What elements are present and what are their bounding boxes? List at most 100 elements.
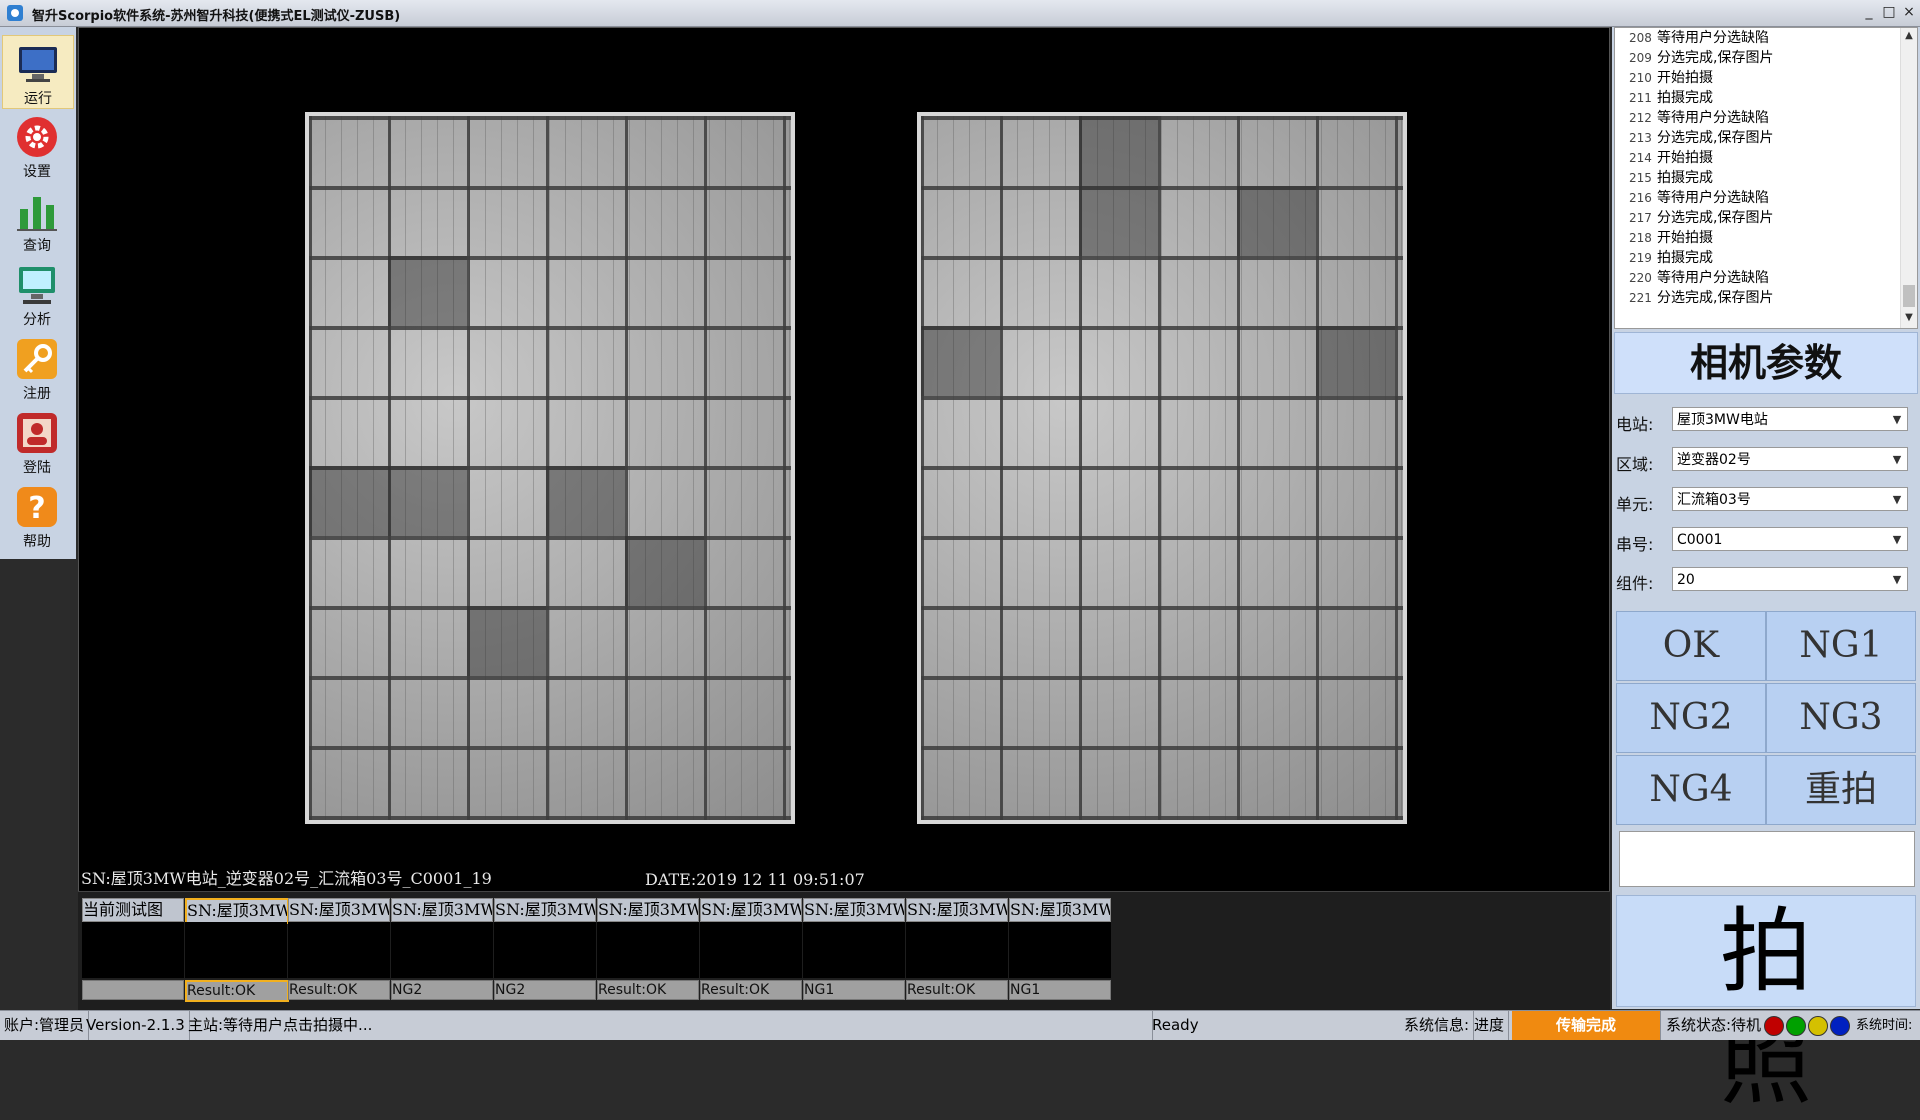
thumbnail-item[interactable]: SN:屋顶3MW Result:OK	[700, 898, 802, 1000]
chevron-down-icon: ▼	[1892, 573, 1902, 586]
system-state: 系统状态:待机	[1666, 1016, 1762, 1034]
log-line: 215 拍摄完成	[1629, 170, 1713, 186]
maximize-button[interactable]: □	[1878, 2, 1900, 22]
log-line: 211 拍摄完成	[1629, 90, 1713, 106]
svg-text:?: ?	[28, 491, 45, 526]
thumbnail-image	[391, 922, 493, 978]
sidebar-item-settings[interactable]: 设置	[2, 109, 72, 181]
status-led-green	[1786, 1016, 1806, 1036]
sidebar-item-run[interactable]: 运行	[2, 35, 74, 109]
status-led-yellow	[1808, 1016, 1828, 1036]
key-icon	[17, 339, 57, 379]
log-line: 209 分选完成,保存图片	[1629, 50, 1774, 66]
thumbnail-result: NG1	[803, 980, 905, 1000]
ready-status: Ready	[1152, 1016, 1199, 1034]
thumbnail-image	[700, 922, 802, 978]
thumbnail-image	[1009, 922, 1111, 978]
ok-button[interactable]: OK	[1616, 611, 1766, 681]
thumbnail-result: Result:OK	[597, 980, 699, 1000]
thumbnail-image	[803, 922, 905, 978]
thumbnail-header: 当前测试图	[82, 898, 184, 922]
thumbnail-item[interactable]: SN:屋顶3MW Result:OK	[185, 898, 289, 1002]
thumbnail-header: SN:屋顶3MW	[700, 898, 802, 922]
thumbnail-image	[185, 922, 287, 978]
thumbnail-header: SN:屋顶3MW	[494, 898, 596, 922]
scroll-down-icon[interactable]: ▼	[1902, 312, 1916, 323]
status-bar: 账户:管理员 Version-2.1.3 主站:等待用户点击拍摄中... Rea…	[0, 1010, 1920, 1040]
solar-panel-image-right	[917, 112, 1407, 824]
sidebar-item-help[interactable]: ? 帮助	[2, 479, 72, 551]
ng4-button[interactable]: NG4	[1616, 755, 1766, 825]
thumbnail-current[interactable]: 当前测试图	[82, 898, 184, 1000]
thumbnail-header: SN:屋顶3MW	[391, 898, 493, 922]
title-bar: 智升Scorpio软件系统-苏州智升科技(便携式EL测试仪-ZUSB) _ □ …	[0, 0, 1920, 27]
thumbnail-image	[82, 922, 184, 978]
string-label: 串号:	[1616, 535, 1654, 554]
account-status: 账户:管理员	[0, 1011, 90, 1040]
area-select[interactable]: 逆变器02号 ▼	[1672, 447, 1908, 471]
station-select[interactable]: 屋顶3MW电站 ▼	[1672, 407, 1908, 431]
user-card-icon	[17, 413, 57, 453]
sidebar-item-label: 注册	[23, 386, 51, 402]
thumbnail-item[interactable]: SN:屋顶3MW Result:OK	[597, 898, 699, 1000]
thumbnail-result: NG2	[391, 980, 493, 1000]
sidebar-item-login[interactable]: 登陆	[2, 405, 72, 477]
ng3-button[interactable]: NG3	[1766, 683, 1916, 753]
transfer-progress: 传输完成	[1512, 1011, 1661, 1040]
thumbnail-image	[494, 922, 596, 978]
minimize-button[interactable]: _	[1858, 2, 1880, 22]
log-line: 219 拍摄完成	[1629, 250, 1713, 266]
unit-select[interactable]: 汇流箱03号 ▼	[1672, 487, 1908, 511]
right-panel: 208 等待用户分选缺陷 209 分选完成,保存图片 210 开始拍摄 211 拍摄完成…	[1612, 27, 1920, 1117]
solar-panel-image-left	[305, 112, 795, 824]
log-line: 214 开始拍摄	[1629, 150, 1713, 166]
thumbnail-item[interactable]: SN:屋顶3MW NG2	[391, 898, 493, 1000]
thumbnail-result: Result:OK	[906, 980, 1008, 1000]
sidebar-item-label: 分析	[23, 312, 51, 328]
ng1-button[interactable]: NG1	[1766, 611, 1916, 681]
thumbnail-result: NG2	[494, 980, 596, 1000]
station-label: 电站:	[1616, 415, 1654, 434]
progress-label: 进度	[1470, 1011, 1510, 1040]
string-select[interactable]: C0001 ▼	[1672, 527, 1908, 551]
area-label: 区域:	[1616, 455, 1654, 474]
ng2-button[interactable]: NG2	[1616, 683, 1766, 753]
thumbnail-item[interactable]: SN:屋顶3MW NG1	[1009, 898, 1111, 1000]
sidebar-item-analysis[interactable]: 分析	[2, 257, 72, 329]
computer-icon	[19, 267, 55, 304]
chevron-down-icon: ▼	[1892, 413, 1902, 426]
thumbnail-header: SN:屋顶3MW	[803, 898, 905, 922]
el-image-viewer: SN:屋顶3MW电站_逆变器02号_汇流箱03号_C0001_19 DATE:2…	[78, 27, 1610, 892]
sidebar-item-label: 运行	[24, 91, 52, 107]
status-led-red	[1764, 1016, 1784, 1036]
log-line: 221 分选完成,保存图片	[1629, 290, 1774, 306]
thumbnail-result: Result:OK	[185, 980, 289, 1002]
thumbnail-result: NG1	[1009, 980, 1111, 1000]
thumbnail-item[interactable]: SN:屋顶3MW Result:OK	[288, 898, 390, 1000]
system-time: 系统时间:	[1856, 1018, 1913, 1033]
module-select[interactable]: 20 ▼	[1672, 567, 1908, 591]
bar-chart-icon	[17, 197, 57, 231]
sidebar-item-register[interactable]: 注册	[2, 331, 72, 403]
module-label: 组件:	[1616, 574, 1654, 593]
log-line: 212 等待用户分选缺陷	[1629, 110, 1769, 126]
close-button[interactable]: ×	[1898, 2, 1920, 22]
thumbnail-item[interactable]: SN:屋顶3MW Result:OK	[906, 898, 1008, 1000]
shoot-button[interactable]: 拍照	[1616, 895, 1916, 1117]
thumbnail-item[interactable]: SN:屋顶3MW NG1	[803, 898, 905, 1000]
sidebar-item-label: 帮助	[23, 534, 51, 550]
scroll-up-icon[interactable]: ▲	[1902, 30, 1916, 41]
chevron-down-icon: ▼	[1892, 453, 1902, 466]
thumbnail-image	[906, 922, 1008, 978]
thumbnail-header: SN:屋顶3MW	[597, 898, 699, 922]
note-box[interactable]	[1619, 831, 1915, 887]
log-line: 210 开始拍摄	[1629, 70, 1713, 86]
sidebar-item-query[interactable]: 查询	[2, 183, 72, 255]
thumbnail-item[interactable]: SN:屋顶3MW NG2	[494, 898, 596, 1000]
scroll-thumb[interactable]	[1903, 285, 1915, 307]
reshoot-button[interactable]: 重拍	[1766, 755, 1916, 825]
thumbnail-image	[597, 922, 699, 978]
log-scrollbar[interactable]: ▲ ▼	[1900, 28, 1917, 328]
help-icon: ?	[17, 487, 57, 527]
sidebar: 运行 设置 查询 分析 注册 登陆 ? 帮助	[0, 27, 76, 559]
